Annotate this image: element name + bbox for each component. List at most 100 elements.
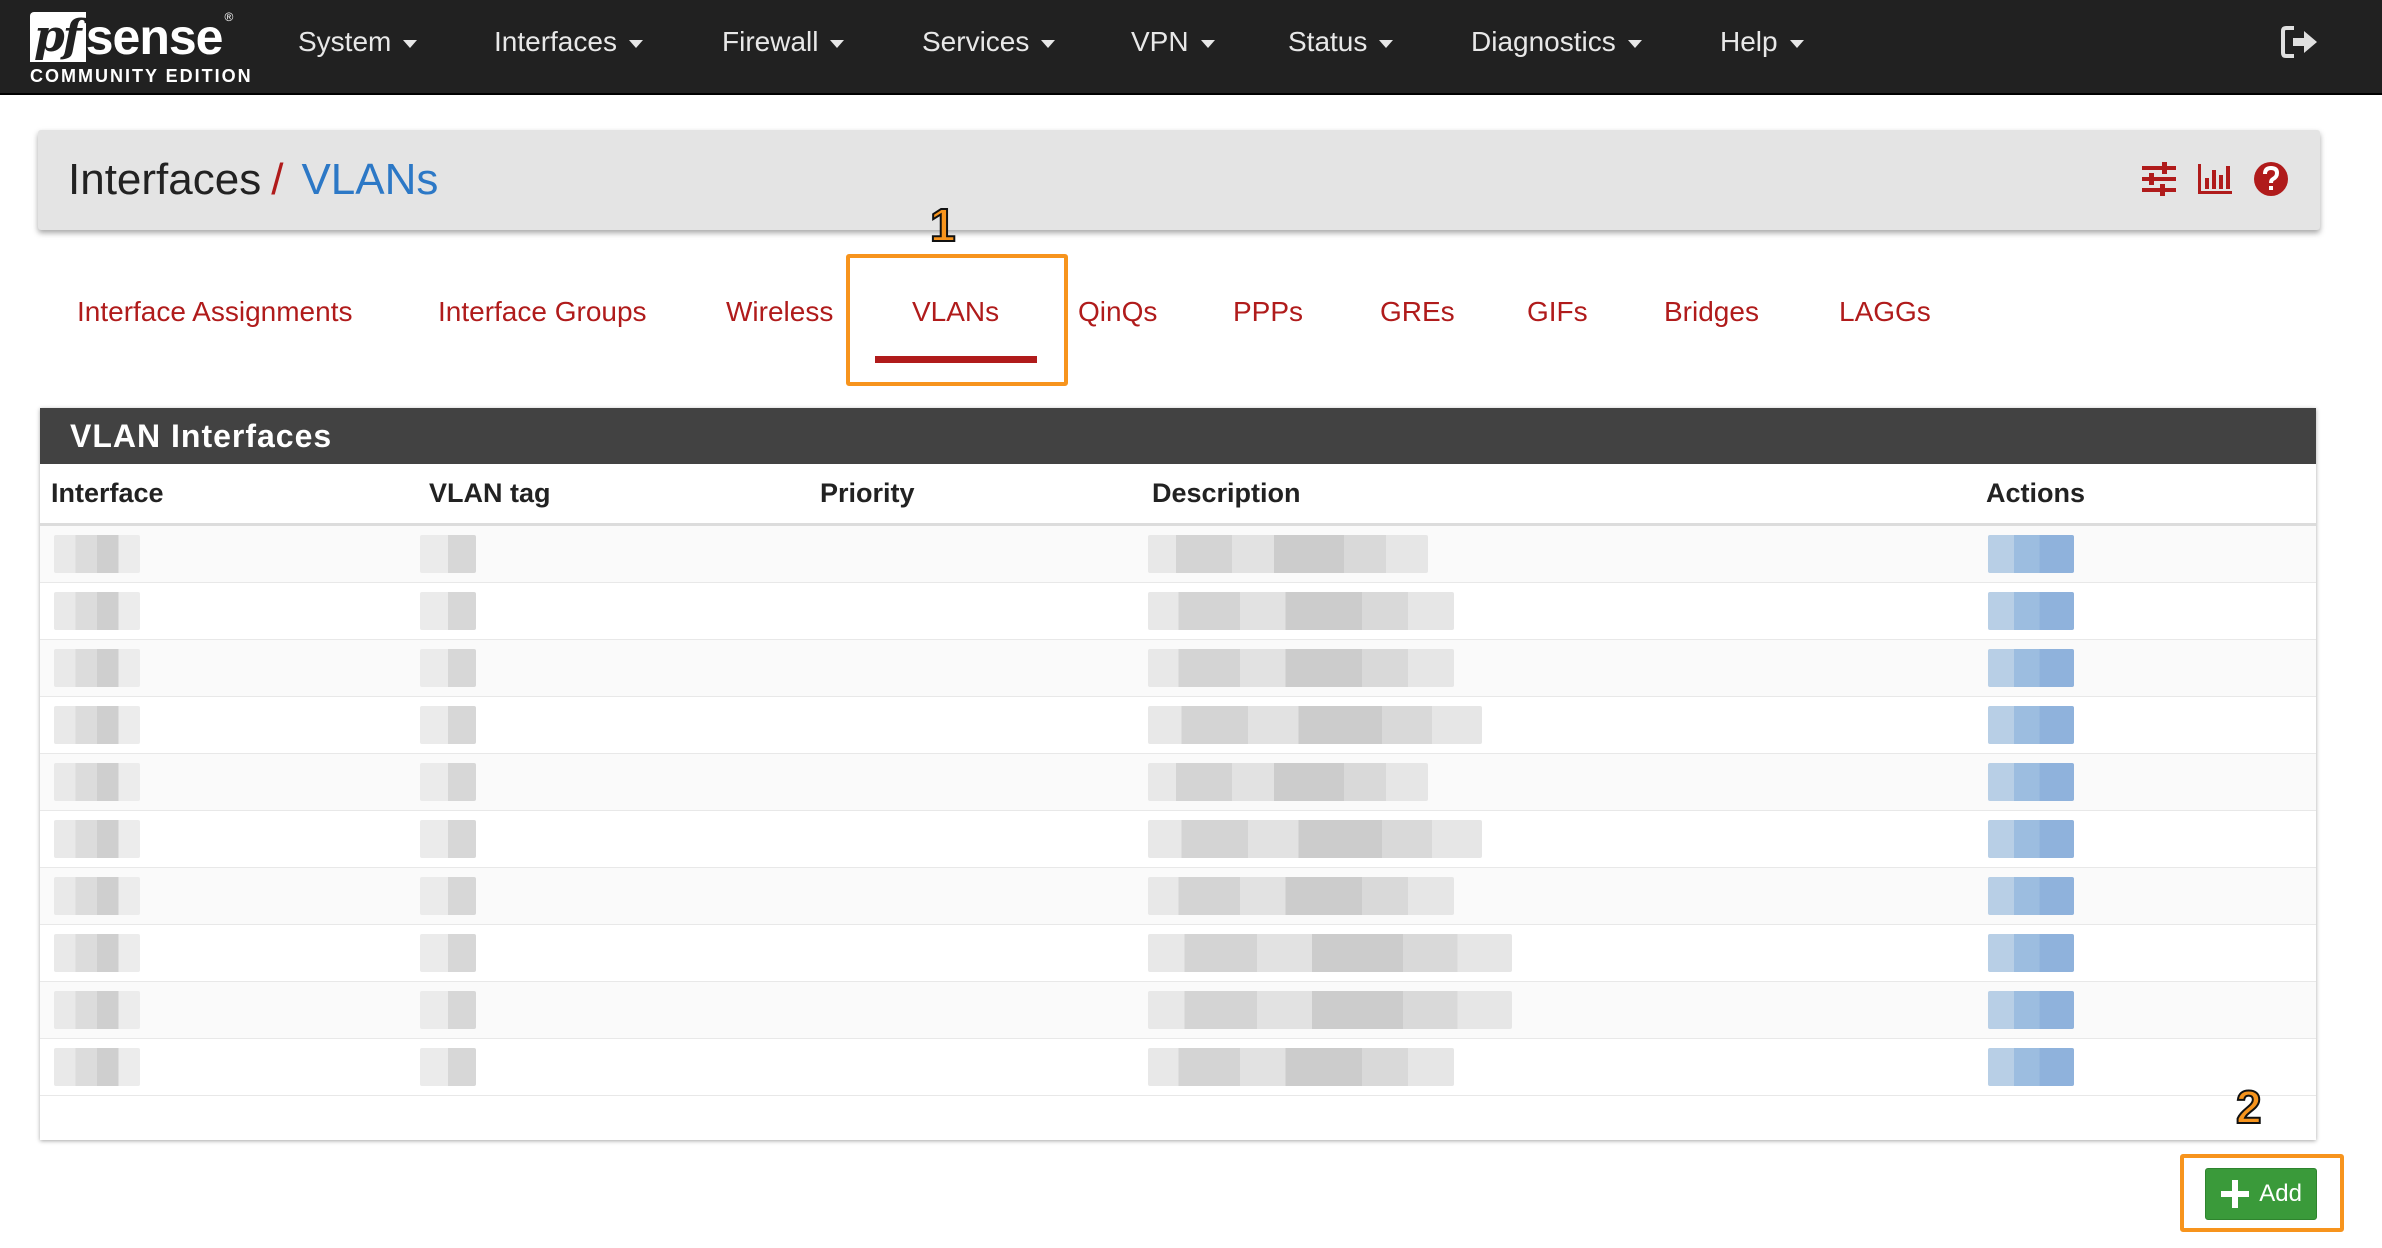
tab-qinqs[interactable]: QinQs bbox=[1078, 296, 1157, 328]
description-cell bbox=[1148, 934, 1512, 972]
description-cell bbox=[1148, 535, 1428, 573]
caret-down-icon bbox=[1041, 39, 1056, 48]
row-actions[interactable] bbox=[1988, 877, 2074, 915]
table-row bbox=[40, 583, 2316, 640]
vlan-tag-cell bbox=[420, 535, 476, 573]
vlan-tag-cell bbox=[420, 649, 476, 687]
nav-menu-interfaces[interactable]: Interfaces bbox=[494, 0, 643, 84]
vlan-tag-cell bbox=[420, 877, 476, 915]
tab-ppps[interactable]: PPPs bbox=[1233, 296, 1303, 328]
row-actions[interactable] bbox=[1988, 820, 2074, 858]
tab-wireless[interactable]: Wireless bbox=[726, 296, 833, 328]
table-row bbox=[40, 868, 2316, 925]
row-actions[interactable] bbox=[1988, 592, 2074, 630]
vlan-tag-cell bbox=[420, 991, 476, 1029]
tab-bridges[interactable]: Bridges bbox=[1664, 296, 1759, 328]
interface-cell bbox=[54, 706, 140, 744]
vlan-tag-cell bbox=[420, 592, 476, 630]
caret-down-icon bbox=[403, 39, 418, 48]
nav-menu-diagnostics[interactable]: Diagnostics bbox=[1471, 0, 1642, 84]
logo-sense-text: sense bbox=[85, 9, 224, 65]
breadcrumb-actions bbox=[2140, 160, 2290, 198]
interface-cell bbox=[54, 877, 140, 915]
row-actions[interactable] bbox=[1988, 649, 2074, 687]
caret-down-icon bbox=[830, 39, 845, 48]
vlan-tag-cell bbox=[420, 820, 476, 858]
nav-menu-label: Status bbox=[1288, 26, 1368, 57]
table-header: Interface VLAN tag Priority Description … bbox=[40, 464, 2316, 526]
nav-menu-vpn[interactable]: VPN bbox=[1131, 0, 1215, 84]
column-header-description[interactable]: Description bbox=[1152, 478, 1301, 509]
description-cell bbox=[1148, 991, 1512, 1029]
tab-interface-groups[interactable]: Interface Groups bbox=[438, 296, 647, 328]
column-header-actions[interactable]: Actions bbox=[1986, 478, 2085, 509]
table-row bbox=[40, 697, 2316, 754]
caret-down-icon bbox=[1789, 39, 1804, 48]
vlan-tag-cell bbox=[420, 763, 476, 801]
nav-menu-label: System bbox=[298, 26, 392, 57]
caret-down-icon bbox=[628, 39, 643, 48]
description-cell bbox=[1148, 649, 1454, 687]
breadcrumb-panel: Interfaces / VLANs bbox=[38, 130, 2320, 230]
nav-menu-label: Interfaces bbox=[494, 26, 617, 57]
nav-menu-status[interactable]: Status bbox=[1288, 0, 1394, 84]
interface-cell bbox=[54, 592, 140, 630]
interface-cell bbox=[54, 1048, 140, 1086]
column-header-priority[interactable]: Priority bbox=[820, 478, 915, 509]
nav-menu-firewall[interactable]: Firewall bbox=[722, 0, 845, 84]
row-actions[interactable] bbox=[1988, 934, 2074, 972]
table-row bbox=[40, 640, 2316, 697]
bar-chart-icon[interactable] bbox=[2196, 160, 2234, 198]
tab-vlans[interactable]: VLANs bbox=[912, 296, 999, 328]
nav-menu-label: VPN bbox=[1131, 26, 1189, 57]
tab-gifs[interactable]: GIFs bbox=[1527, 296, 1588, 328]
description-cell bbox=[1148, 706, 1482, 744]
vlan-interfaces-panel: VLAN Interfaces Interface VLAN tag Prior… bbox=[40, 408, 2316, 1140]
vlan-tag-cell bbox=[420, 1048, 476, 1086]
row-actions[interactable] bbox=[1988, 535, 2074, 573]
nav-menu-services[interactable]: Services bbox=[922, 0, 1056, 84]
row-actions[interactable] bbox=[1988, 763, 2074, 801]
sign-out-icon[interactable] bbox=[2280, 24, 2320, 60]
table-row bbox=[40, 1039, 2316, 1096]
logo-registered-mark: ® bbox=[224, 10, 234, 24]
interface-cell bbox=[54, 649, 140, 687]
add-vlan-button[interactable]: Add bbox=[2205, 1168, 2317, 1220]
sliders-icon[interactable] bbox=[2140, 160, 2178, 198]
interface-cell bbox=[54, 535, 140, 573]
nav-menu-label: Diagnostics bbox=[1471, 26, 1616, 57]
table-row bbox=[40, 754, 2316, 811]
vlan-tag-cell bbox=[420, 934, 476, 972]
tab-interface-assignments[interactable]: Interface Assignments bbox=[77, 296, 352, 328]
vlan-tag-cell bbox=[420, 706, 476, 744]
table-row bbox=[40, 526, 2316, 583]
nav-menu-label: Help bbox=[1720, 26, 1778, 57]
caret-down-icon bbox=[1200, 39, 1215, 48]
description-cell bbox=[1148, 877, 1454, 915]
table-row bbox=[40, 925, 2316, 982]
nav-menu-label: Firewall bbox=[722, 26, 819, 57]
row-actions[interactable] bbox=[1988, 991, 2074, 1029]
interface-cell bbox=[54, 763, 140, 801]
pfsense-logo[interactable]: pf sense ® COMMUNITY EDITION bbox=[30, 6, 251, 90]
nav-menu-help[interactable]: Help bbox=[1720, 0, 1804, 84]
description-cell bbox=[1148, 1048, 1454, 1086]
breadcrumb-current[interactable]: VLANs bbox=[301, 155, 438, 204]
nav-menu-system[interactable]: System bbox=[298, 0, 418, 84]
plus-icon bbox=[2218, 1177, 2252, 1211]
nav-menu-label: Services bbox=[922, 26, 1030, 57]
tab-gres[interactable]: GREs bbox=[1380, 296, 1455, 328]
tab-laggs[interactable]: LAGGs bbox=[1839, 296, 1931, 328]
column-header-vlan-tag[interactable]: VLAN tag bbox=[429, 478, 551, 509]
logo-pf-text: pf bbox=[30, 12, 86, 62]
active-tab-indicator bbox=[875, 356, 1037, 363]
row-actions[interactable] bbox=[1988, 1048, 2074, 1086]
description-cell bbox=[1148, 763, 1428, 801]
row-actions[interactable] bbox=[1988, 706, 2074, 744]
interface-cell bbox=[54, 934, 140, 972]
interface-cell bbox=[54, 820, 140, 858]
breadcrumb-root[interactable]: Interfaces bbox=[68, 155, 261, 204]
column-header-interface[interactable]: Interface bbox=[51, 478, 164, 509]
question-circle-icon[interactable] bbox=[2252, 160, 2290, 198]
top-navbar: pf sense ® COMMUNITY EDITION System Inte… bbox=[0, 0, 2382, 95]
